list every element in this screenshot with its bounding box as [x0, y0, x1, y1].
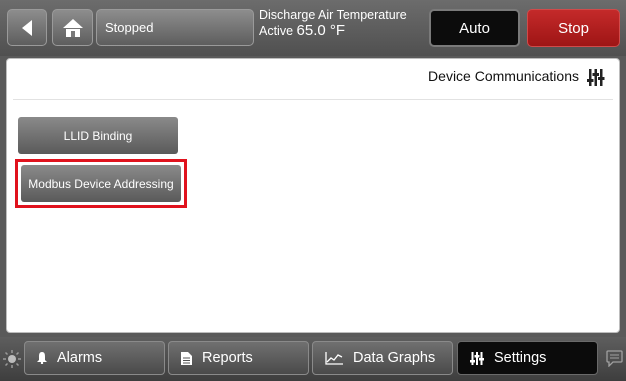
setpoint-label: Discharge Air Temperature — [259, 8, 407, 22]
document-icon — [181, 351, 192, 365]
back-button[interactable] — [7, 9, 47, 46]
tab-settings[interactable]: Settings — [457, 341, 598, 375]
chart-icon — [325, 351, 343, 365]
sliders-icon — [587, 69, 605, 86]
stop-button[interactable]: Stop — [527, 9, 620, 47]
setpoint-value: 65.0 °F — [296, 22, 346, 40]
tab-alarms-label: Alarms — [57, 350, 103, 366]
bottom-nav-bar: Alarms Reports Data Graphs Settings — [0, 337, 626, 381]
brightness-icon[interactable] — [3, 350, 21, 368]
tab-alarms[interactable]: Alarms — [24, 341, 165, 375]
home-icon — [62, 18, 83, 37]
bell-icon — [37, 352, 47, 364]
home-button[interactable] — [52, 9, 93, 46]
tab-data-graphs[interactable]: Data Graphs — [312, 341, 453, 375]
title-divider — [13, 99, 613, 100]
unit-status-text: Stopped — [105, 20, 154, 35]
tab-reports-label: Reports — [202, 350, 253, 366]
sliders-icon — [470, 351, 484, 365]
back-arrow-icon — [22, 19, 32, 36]
setpoint-mode: Active — [259, 24, 294, 39]
message-icon[interactable] — [606, 350, 623, 367]
tab-settings-label: Settings — [494, 350, 547, 366]
llid-binding-button[interactable]: LLID Binding — [18, 117, 178, 154]
active-setpoint[interactable]: Discharge Air Temperature Active 65.0 °F — [259, 8, 407, 40]
unit-status-button[interactable]: Stopped — [96, 9, 254, 46]
top-bar: Stopped Discharge Air Temperature Active… — [0, 0, 626, 56]
main-content: Device Communications LLID Binding Modbu… — [6, 58, 620, 333]
auto-button[interactable]: Auto — [429, 9, 520, 47]
tab-data-graphs-label: Data Graphs — [353, 350, 436, 366]
highlight-box: Modbus Device Addressing — [15, 159, 187, 208]
modbus-device-addressing-button[interactable]: Modbus Device Addressing — [21, 165, 181, 202]
page-title: Device Communications — [428, 68, 579, 84]
tab-reports[interactable]: Reports — [168, 341, 309, 375]
